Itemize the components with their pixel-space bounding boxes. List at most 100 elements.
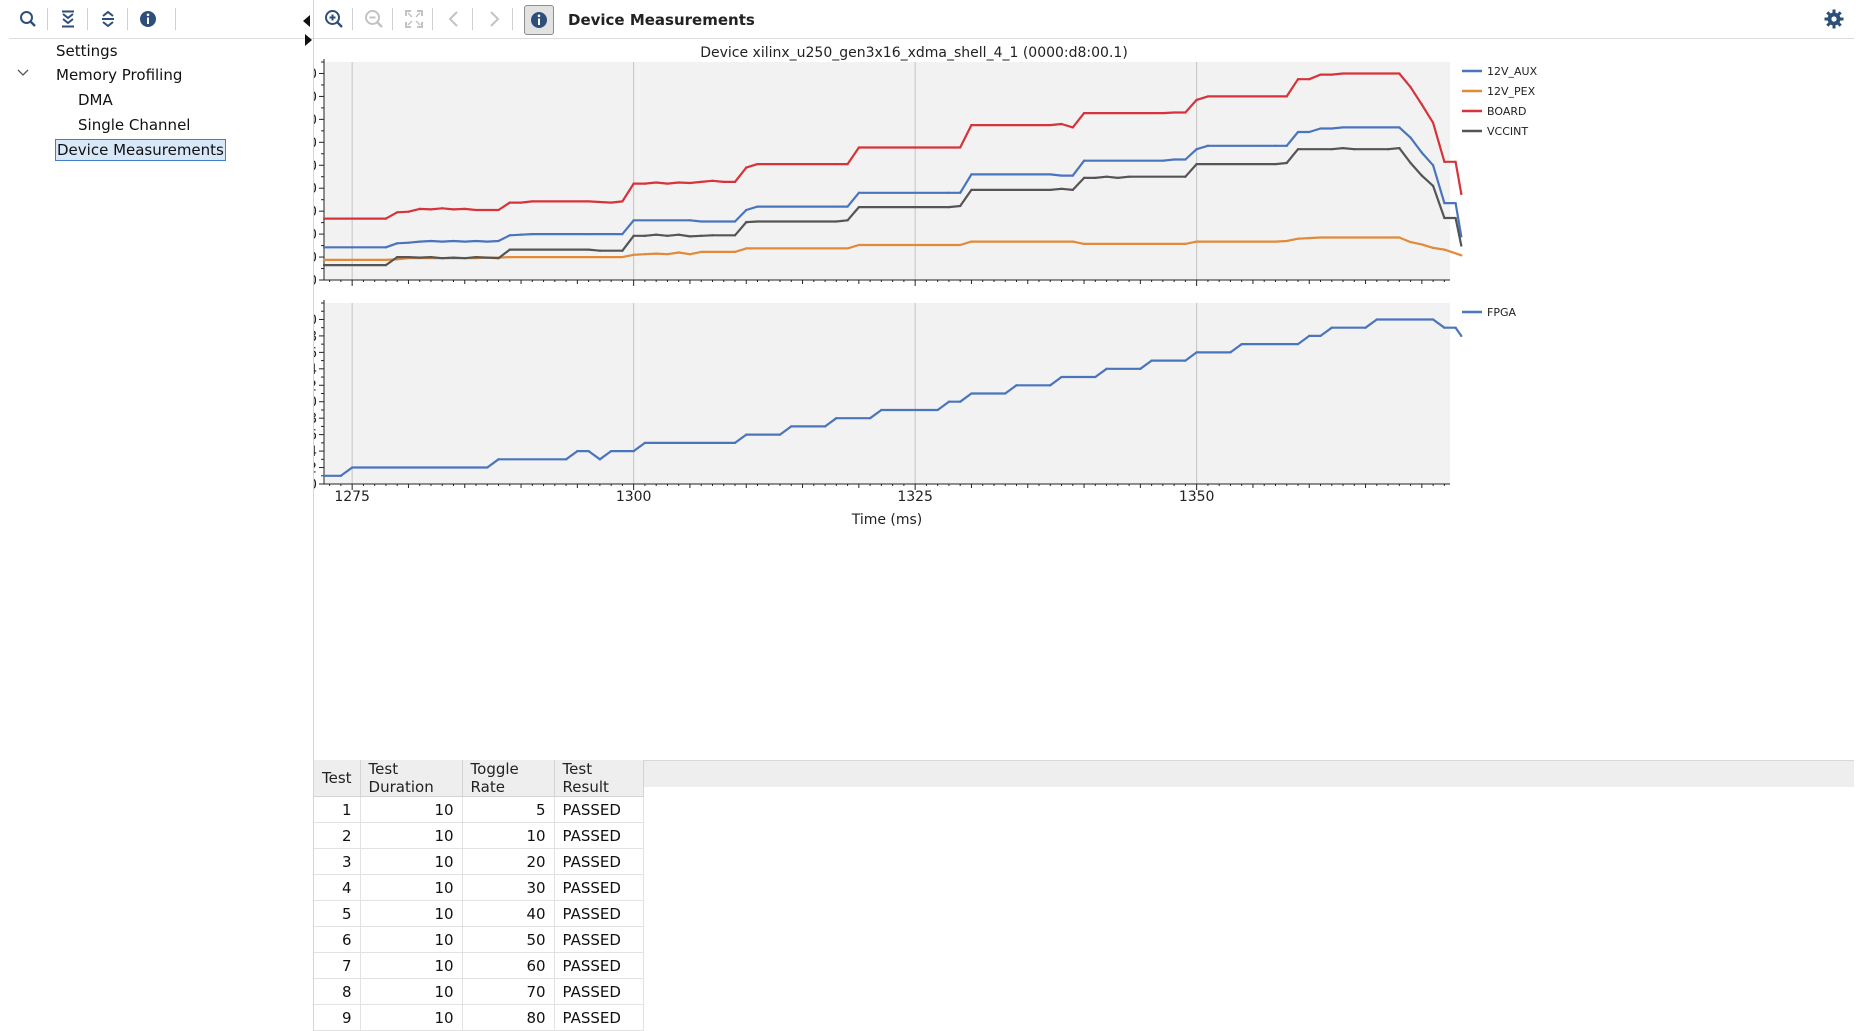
y-tick-label: 54 bbox=[314, 362, 317, 378]
cell-toggle-rate: 60 bbox=[462, 952, 555, 979]
data-point bbox=[1387, 148, 1390, 151]
legend-label: BOARD bbox=[1487, 105, 1526, 118]
toolbar-separator bbox=[432, 8, 433, 30]
data-point bbox=[632, 182, 635, 185]
data-point bbox=[497, 257, 500, 260]
table-row[interactable]: 9 10 80 PASSED bbox=[314, 1004, 644, 1031]
expand-panel-arrow-icon[interactable] bbox=[305, 32, 313, 50]
y-tick-label: 10 bbox=[314, 273, 317, 289]
toolbar-separator bbox=[352, 8, 353, 30]
data-point bbox=[733, 250, 736, 253]
settings-gear-icon[interactable] bbox=[1822, 7, 1846, 31]
data-point bbox=[1195, 148, 1198, 151]
column-header-test-result[interactable]: Test Result bbox=[554, 760, 644, 797]
data-point bbox=[1004, 392, 1007, 395]
data-point bbox=[520, 233, 523, 236]
data-point bbox=[384, 258, 387, 261]
data-point bbox=[1460, 244, 1463, 247]
data-point bbox=[745, 433, 748, 436]
table-row[interactable]: 2 10 10 PASSED bbox=[314, 822, 644, 849]
data-point bbox=[1184, 242, 1187, 245]
tree-item-single-channel[interactable]: Single Channel bbox=[78, 113, 190, 137]
cell-toggle-rate: 50 bbox=[462, 926, 555, 953]
data-point bbox=[857, 191, 860, 194]
data-point bbox=[632, 219, 635, 222]
back-icon[interactable] bbox=[442, 7, 466, 31]
data-point bbox=[1105, 175, 1108, 178]
zoom-in-icon[interactable] bbox=[322, 7, 346, 31]
data-point bbox=[1049, 384, 1052, 387]
data-point bbox=[508, 201, 511, 204]
table-row[interactable]: 8 10 70 PASSED bbox=[314, 978, 644, 1005]
data-point bbox=[429, 256, 432, 259]
tree-item-dma[interactable]: DMA bbox=[78, 88, 113, 112]
collapse-all-icon[interactable] bbox=[56, 7, 80, 31]
zoom-fit-icon[interactable] bbox=[402, 7, 426, 31]
column-header-test-duration[interactable]: Test Duration bbox=[360, 760, 463, 797]
data-point bbox=[598, 249, 601, 252]
cell-test-result: PASSED bbox=[554, 926, 644, 953]
data-point bbox=[1184, 111, 1187, 114]
data-point bbox=[598, 458, 601, 461]
table-row[interactable]: 7 10 60 PASSED bbox=[314, 952, 644, 979]
data-point bbox=[745, 209, 748, 212]
data-point bbox=[1420, 243, 1423, 246]
toolbar-separator bbox=[472, 8, 473, 30]
table-row[interactable]: 1 10 5 PASSED bbox=[314, 796, 644, 823]
data-point bbox=[947, 206, 950, 209]
data-point bbox=[486, 240, 489, 243]
x-axis-label: Time (ms) bbox=[851, 512, 923, 528]
data-point bbox=[587, 248, 590, 251]
table-row[interactable]: 6 10 50 PASSED bbox=[314, 926, 644, 953]
data-point bbox=[452, 256, 455, 259]
chart-svg[interactable]: 1030507090110130150170190Power (W)12V_AU… bbox=[314, 42, 1854, 642]
data-point bbox=[1308, 237, 1311, 240]
info-toggle-icon[interactable] bbox=[524, 5, 554, 35]
chevron-down-icon[interactable] bbox=[17, 64, 29, 82]
table-row[interactable]: 4 10 30 PASSED bbox=[314, 874, 644, 901]
data-point bbox=[835, 220, 838, 223]
collapse-panel-arrow-icon[interactable] bbox=[303, 13, 311, 31]
cell-test-result: PASSED bbox=[554, 874, 644, 901]
y-tick-label: 190 bbox=[314, 66, 317, 82]
plot-area bbox=[324, 62, 1450, 280]
search-icon[interactable] bbox=[16, 7, 40, 31]
device-measurements-chart[interactable]: 1030507090110130150170190Power (W)12V_AU… bbox=[314, 42, 1854, 642]
table-row[interactable]: 5 10 40 PASSED bbox=[314, 900, 644, 927]
data-point bbox=[1173, 158, 1176, 161]
table-row[interactable]: 3 10 20 PASSED bbox=[314, 848, 644, 875]
data-point bbox=[688, 235, 691, 238]
data-point bbox=[418, 207, 421, 210]
tree-item-settings[interactable]: Settings bbox=[56, 39, 118, 63]
data-point bbox=[1274, 240, 1277, 243]
data-point bbox=[857, 206, 860, 209]
table-header-row: Test Test Duration Toggle Rate Test Resu… bbox=[314, 760, 644, 797]
data-point bbox=[610, 201, 613, 204]
info-icon[interactable] bbox=[136, 7, 160, 31]
cell-test-duration: 10 bbox=[360, 848, 463, 875]
forward-icon[interactable] bbox=[482, 7, 506, 31]
cell-test-duration: 10 bbox=[360, 952, 463, 979]
x-tick-label: 1325 bbox=[897, 489, 933, 505]
data-point bbox=[1454, 326, 1457, 329]
data-point bbox=[711, 179, 714, 182]
data-point bbox=[1105, 367, 1108, 370]
zoom-out-icon[interactable] bbox=[362, 7, 386, 31]
data-point bbox=[1319, 236, 1322, 239]
data-point bbox=[1094, 376, 1097, 379]
column-header-toggle-rate[interactable]: Toggle Rate bbox=[462, 760, 555, 797]
tree-item-label: Device Measurements bbox=[57, 141, 224, 159]
data-point bbox=[396, 242, 399, 245]
data-point bbox=[621, 233, 624, 236]
data-point bbox=[587, 450, 590, 453]
expand-all-icon[interactable] bbox=[96, 7, 120, 31]
data-point bbox=[666, 182, 669, 185]
tree-item-device-measurements[interactable]: Device Measurements bbox=[55, 139, 226, 161]
tree-item-memory-profiling[interactable]: Memory Profiling bbox=[56, 63, 182, 87]
data-point bbox=[688, 219, 691, 222]
column-header-test[interactable]: Test bbox=[314, 760, 361, 797]
data-point bbox=[1071, 126, 1074, 129]
tree-item-label: Settings bbox=[56, 42, 118, 60]
y-tick-label: 46 bbox=[314, 428, 317, 444]
data-point bbox=[835, 205, 838, 208]
